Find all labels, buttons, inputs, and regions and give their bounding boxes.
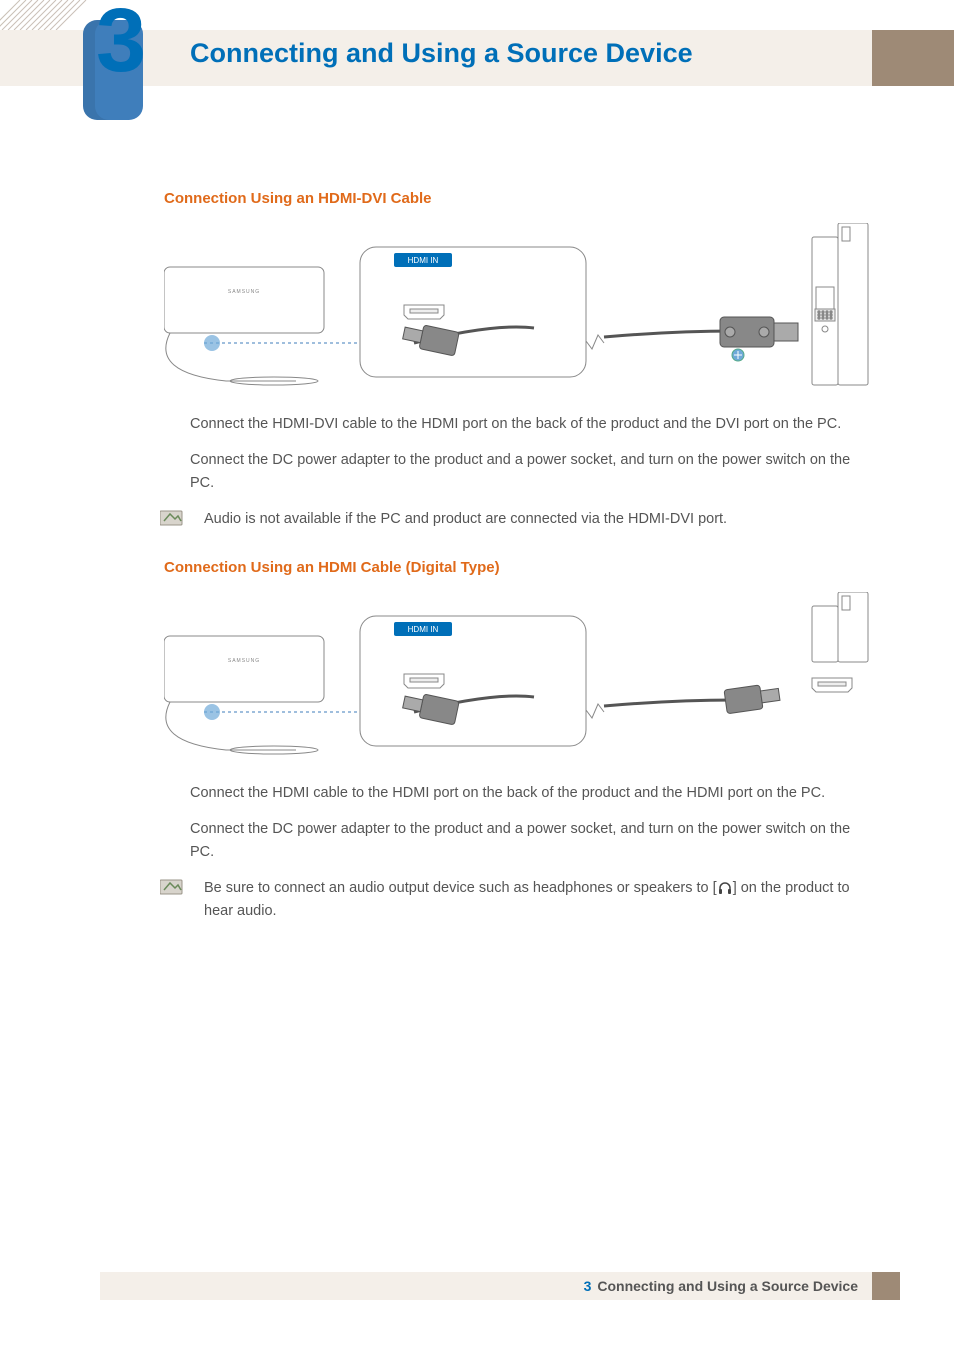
step-text: Connect the DC power adapter to the prod… [190, 449, 872, 494]
chapter-number: 3 [96, 0, 146, 93]
note-icon [160, 878, 182, 894]
section-heading-hdmi-dvi: Connection Using an HDMI-DVI Cable [164, 190, 872, 207]
svg-text:SAMSUNG: SAMSUNG [228, 658, 260, 664]
footer-chapter-title: Connecting and Using a Source Device [597, 1278, 858, 1294]
headphones-icon [717, 877, 733, 899]
diagram-hdmi: SAMSUNG HDMI IN [164, 592, 870, 762]
diagram-hdmi-dvi: SAMSUNG HDMI IN [164, 223, 870, 393]
section-heading-hdmi: Connection Using an HDMI Cable (Digital … [164, 559, 872, 576]
note-text-a: Be sure to connect an audio output devic… [204, 880, 717, 896]
footer-accent [872, 1272, 900, 1300]
footer-bar: 3 Connecting and Using a Source Device [100, 1272, 872, 1300]
header-hatch-pattern [0, 0, 90, 30]
footer-chapter-number: 3 [584, 1278, 592, 1294]
note-text: Audio is not available if the PC and pro… [204, 508, 872, 530]
step-text: Connect the HDMI-DVI cable to the HDMI p… [190, 413, 872, 435]
port-label: HDMI IN [408, 256, 439, 265]
port-label: HDMI IN [408, 625, 439, 634]
chapter-title: Connecting and Using a Source Device [190, 38, 693, 69]
step-text: Connect the DC power adapter to the prod… [190, 818, 872, 863]
note-icon [160, 509, 182, 525]
note-text: Be sure to connect an audio output devic… [204, 877, 872, 922]
step-text: Connect the HDMI cable to the HDMI port … [190, 782, 872, 804]
svg-text:SAMSUNG: SAMSUNG [228, 289, 260, 295]
header-banner-accent [872, 30, 954, 86]
